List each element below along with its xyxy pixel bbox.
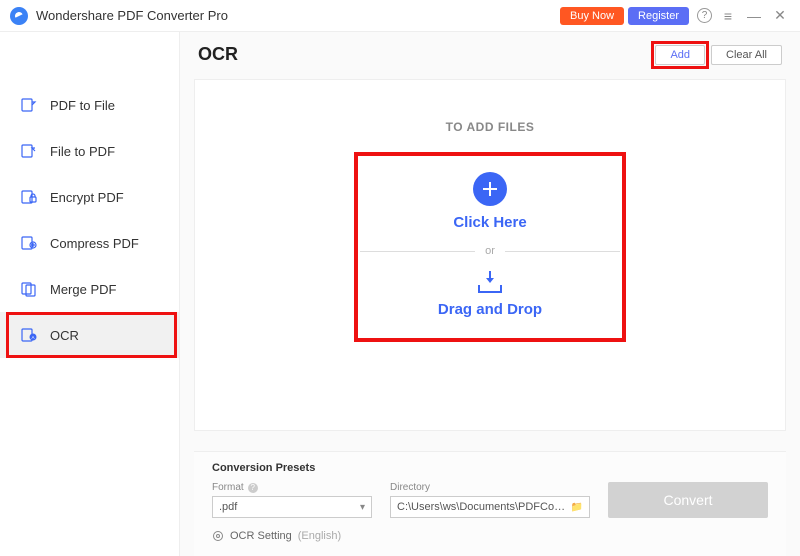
encrypt-icon [20, 188, 38, 206]
file-to-pdf-icon [20, 142, 38, 160]
main-header: OCR Add Clear All [180, 32, 800, 73]
sidebar-item-label: OCR [50, 328, 79, 343]
register-button[interactable]: Register [628, 7, 689, 25]
sidebar-item-label: File to PDF [50, 144, 115, 159]
to-add-files-label: TO ADD FILES [446, 120, 535, 134]
sidebar-item-file-to-pdf[interactable]: File to PDF [0, 128, 179, 174]
merge-icon [20, 280, 38, 298]
help-icon[interactable]: ? [248, 483, 258, 493]
sidebar-item-compress-pdf[interactable]: Compress PDF [0, 220, 179, 266]
svg-text:A: A [31, 335, 34, 340]
add-button[interactable]: Add [655, 45, 705, 65]
directory-input[interactable]: C:\Users\ws\Documents\PDFConvert 📁 [390, 496, 590, 518]
chevron-down-icon: ▾ [360, 502, 365, 513]
titlebar: Wondershare PDF Converter Pro Buy Now Re… [0, 0, 800, 32]
sidebar-item-label: Compress PDF [50, 236, 139, 251]
plus-icon[interactable] [473, 172, 507, 206]
ocr-setting-link[interactable]: OCR Setting (English) [212, 530, 768, 542]
folder-icon[interactable]: 📁 [571, 502, 583, 513]
sidebar: PDF to File File to PDF Encrypt PDF Comp… [0, 32, 179, 556]
buy-now-button[interactable]: Buy Now [560, 7, 624, 25]
sidebar-item-merge-pdf[interactable]: Merge PDF [0, 266, 179, 312]
sidebar-item-label: Merge PDF [50, 282, 116, 297]
sidebar-item-encrypt-pdf[interactable]: Encrypt PDF [0, 174, 179, 220]
app-logo-icon [10, 7, 28, 25]
format-select[interactable]: .pdf ▾ [212, 496, 372, 518]
sidebar-item-label: PDF to File [50, 98, 115, 113]
ocr-icon: A [20, 326, 38, 344]
sidebar-item-pdf-to-file[interactable]: PDF to File [0, 82, 179, 128]
pdf-to-file-icon [20, 96, 38, 114]
gear-icon [212, 530, 224, 542]
highlight-marker [651, 41, 709, 69]
page-title: OCR [198, 44, 238, 65]
help-icon[interactable]: ? [697, 8, 712, 23]
main-panel: OCR Add Clear All TO ADD FILES Click Her… [179, 32, 800, 556]
format-label: Format ? [212, 482, 372, 493]
convert-button[interactable]: Convert [608, 482, 768, 518]
sidebar-item-label: Encrypt PDF [50, 190, 124, 205]
app-title: Wondershare PDF Converter Pro [36, 8, 228, 23]
compress-icon [20, 234, 38, 252]
sidebar-item-ocr[interactable]: A OCR [0, 312, 179, 358]
download-icon [478, 271, 502, 293]
format-field: Format ? .pdf ▾ [212, 482, 372, 518]
clear-all-button[interactable]: Clear All [711, 45, 782, 65]
close-icon[interactable]: ✕ [770, 7, 790, 24]
menu-icon[interactable]: ≡ [718, 8, 738, 24]
presets-title: Conversion Presets [212, 462, 768, 474]
minimize-icon[interactable]: — [744, 8, 764, 24]
directory-label: Directory [390, 482, 590, 493]
directory-field: Directory C:\Users\ws\Documents\PDFConve… [390, 482, 590, 518]
conversion-presets: Conversion Presets Format ? .pdf ▾ Direc… [194, 451, 786, 556]
workspace: TO ADD FILES Click Here or Drag and [194, 79, 786, 431]
